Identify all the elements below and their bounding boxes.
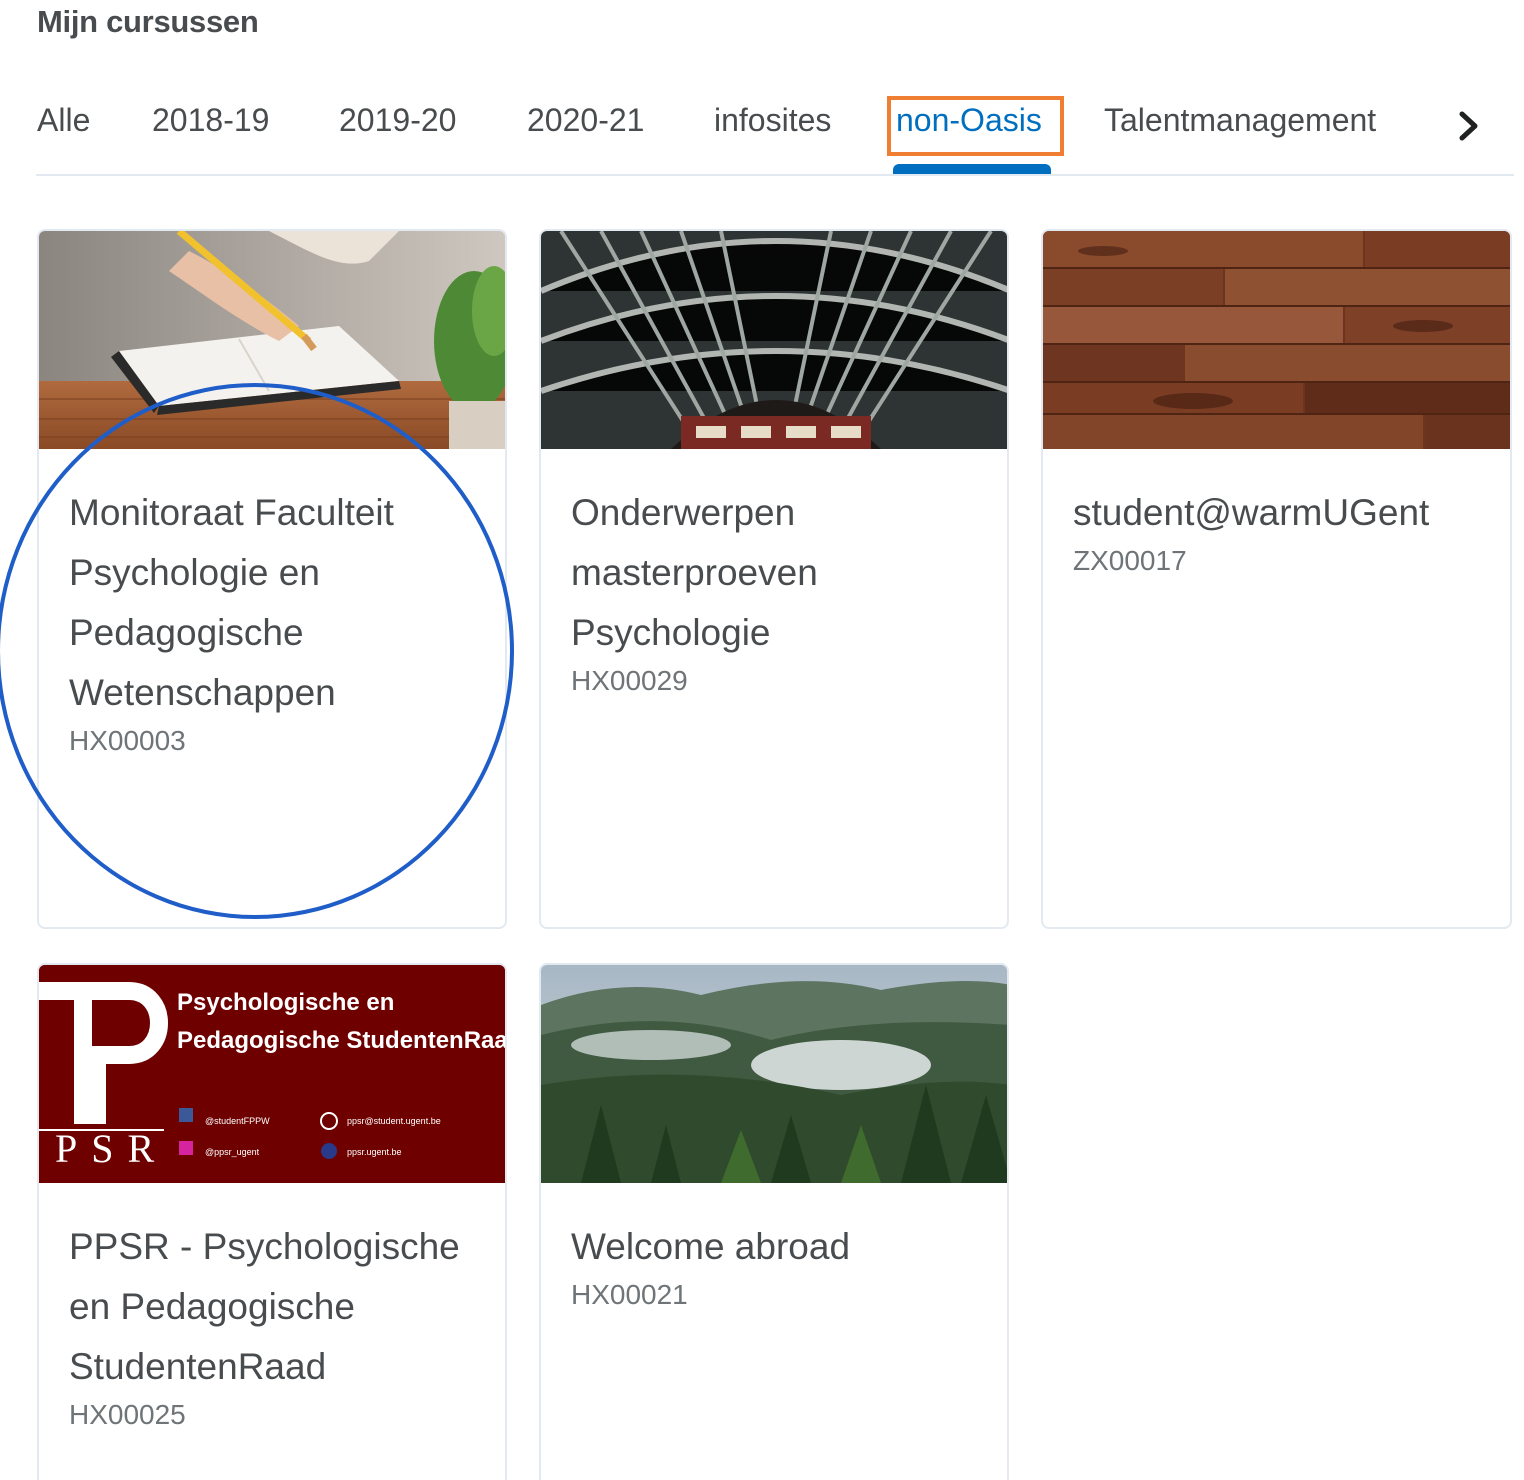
tab-non-oasis[interactable]: non-Oasis bbox=[896, 102, 1042, 139]
course-code: ZX00017 bbox=[1073, 545, 1187, 576]
ppsr-heading-line2: Pedagogische StudentenRaa bbox=[177, 1027, 505, 1054]
ppsr-email: ppsr@student.ugent.be bbox=[347, 1116, 441, 1126]
course-card-welcome-abroad[interactable]: Welcome abroad HX00021 bbox=[539, 963, 1009, 1480]
tab-talentmanagement[interactable]: Talentmanagement bbox=[1104, 102, 1376, 139]
course-code: HX00025 bbox=[69, 1399, 186, 1430]
tab-2019-20[interactable]: 2019-20 bbox=[339, 102, 456, 139]
chevron-right-icon[interactable] bbox=[1448, 106, 1488, 146]
course-tabs: Alle 2018-19 2019-20 2020-21 infosites n… bbox=[36, 92, 1514, 176]
course-card-onderwerpen[interactable]: Onderwerpen masterproeven Psychologie HX… bbox=[539, 229, 1009, 929]
course-image-wood-planks bbox=[1043, 231, 1510, 449]
course-title: Onderwerpen masterproeven Psychologie bbox=[571, 492, 818, 653]
course-title: Welcome abroad bbox=[571, 1226, 851, 1267]
active-tab-indicator bbox=[893, 164, 1051, 174]
course-image-arched-roof bbox=[541, 231, 1007, 449]
course-image-ppsr-banner: PSR Psychologische en Pedagogische Stude… bbox=[39, 965, 505, 1183]
course-image-notebook bbox=[39, 231, 505, 449]
course-card-monitoraat[interactable]: Monitoraat Faculteit Psychologie en Peda… bbox=[37, 229, 507, 929]
tab-2020-21[interactable]: 2020-21 bbox=[527, 102, 644, 139]
course-title: PPSR - Psychologische en Pedagogische St… bbox=[69, 1226, 460, 1387]
ppsr-instagram: @ppsr_ugent bbox=[205, 1147, 260, 1157]
tab-2018-19[interactable]: 2018-19 bbox=[152, 102, 269, 139]
course-code: HX00003 bbox=[69, 725, 186, 756]
ppsr-heading-line1: Psychologische en bbox=[177, 989, 395, 1016]
tab-infosites[interactable]: infosites bbox=[714, 102, 831, 139]
page-title: Mijn cursussen bbox=[37, 4, 259, 39]
course-image-misty-forest bbox=[541, 965, 1007, 1183]
course-card-ppsr[interactable]: PSR Psychologische en Pedagogische Stude… bbox=[37, 963, 507, 1480]
ppsr-website: ppsr.ugent.be bbox=[347, 1147, 402, 1157]
ppsr-logo-letters: PSR bbox=[55, 1126, 169, 1171]
course-code: HX00029 bbox=[571, 665, 688, 696]
course-code: HX00021 bbox=[571, 1279, 688, 1310]
course-title: Monitoraat Faculteit Psychologie en Peda… bbox=[69, 492, 394, 713]
course-title: student@warmUGent bbox=[1073, 492, 1430, 533]
tab-alle[interactable]: Alle bbox=[37, 102, 90, 139]
ppsr-facebook: @studentFPPW bbox=[205, 1116, 270, 1126]
course-card-warmugent[interactable]: student@warmUGent ZX00017 bbox=[1041, 229, 1512, 929]
